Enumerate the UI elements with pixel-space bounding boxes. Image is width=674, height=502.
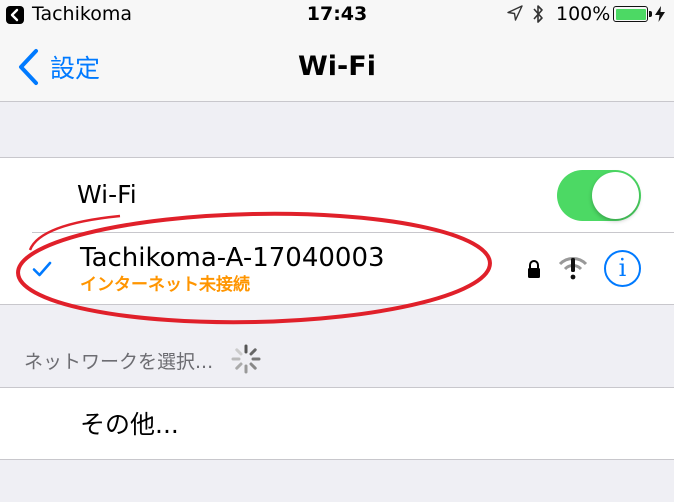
wifi-group: Wi-Fi Tachikoma-A-17040003 インターネット未接続 i (0, 157, 674, 305)
charging-bolt-icon (654, 5, 666, 27)
lock-icon (526, 259, 542, 283)
page-title: Wi-Fi (298, 51, 376, 82)
bluetooth-icon (531, 2, 545, 30)
connected-network-row[interactable]: Tachikoma-A-17040003 インターネット未接続 i (0, 233, 674, 305)
wifi-warning-icon (558, 255, 588, 285)
network-name: Tachikoma-A-17040003 (80, 243, 385, 273)
toggle-knob (592, 172, 639, 219)
wifi-toggle-row: Wi-Fi (0, 158, 674, 232)
network-status: インターネット未接続 (80, 275, 250, 295)
other-network-button[interactable]: その他... (80, 410, 179, 440)
battery-level (615, 8, 646, 20)
other-network-group: その他... (0, 387, 674, 460)
location-icon (506, 4, 524, 26)
status-bar: Tachikoma 17:43 100% (0, 0, 674, 32)
choose-network-header: ネットワークを選択... (24, 351, 214, 373)
wifi-label: Wi-Fi (77, 180, 137, 209)
loading-spinner-icon (230, 343, 262, 379)
battery-icon (613, 6, 652, 22)
battery-percentage: 100% (556, 3, 611, 25)
network-info-button[interactable]: i (604, 250, 641, 287)
battery-cap (649, 11, 652, 17)
navigation-bar: 設定 Wi-Fi (0, 32, 674, 102)
checkmark-icon (32, 261, 52, 281)
wifi-toggle[interactable] (557, 170, 641, 221)
